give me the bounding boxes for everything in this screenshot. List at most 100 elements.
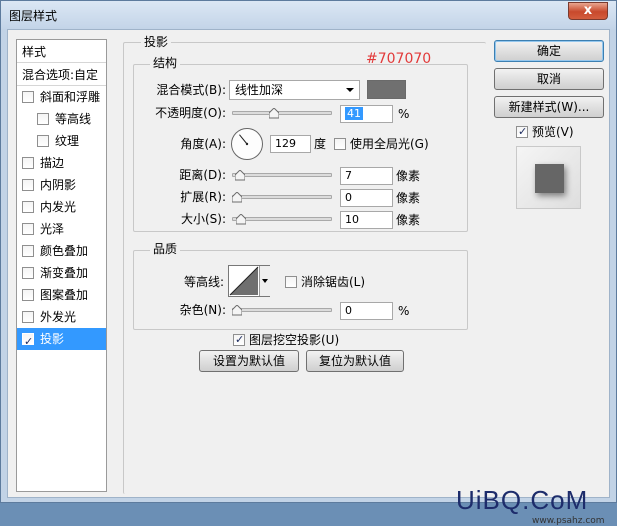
- angle-dial-icon: [231, 128, 263, 160]
- contour-label: 等高线:: [183, 275, 224, 289]
- make-default-button[interactable]: 设置为默认值: [199, 350, 299, 372]
- angle-label: 角度(A):: [180, 137, 226, 151]
- slider-thumb[interactable]: [235, 214, 246, 225]
- checkbox-icon[interactable]: [22, 222, 34, 235]
- angle-input[interactable]: 129: [270, 135, 311, 153]
- slider-track[interactable]: [232, 308, 332, 312]
- slider-track[interactable]: [232, 173, 332, 177]
- slider-track[interactable]: [232, 111, 332, 115]
- checkbox-icon: [285, 275, 297, 288]
- checkbox-icon[interactable]: [22, 244, 34, 257]
- style-item-label: 描边: [40, 156, 65, 170]
- checkbox-icon[interactable]: [22, 200, 34, 213]
- blend-mode-label: 混合模式(B):: [156, 83, 226, 97]
- noise-unit: %: [398, 304, 410, 318]
- style-item[interactable]: 纹理: [17, 130, 106, 152]
- preview-label: 预览(V): [532, 125, 574, 139]
- watermark-brand: UiBQ.CoM: [456, 485, 589, 515]
- shadow-color-swatch[interactable]: [367, 80, 406, 99]
- chevron-down-icon: [346, 88, 354, 92]
- opacity-unit: %: [398, 107, 410, 121]
- reset-default-button[interactable]: 复位为默认值: [306, 350, 404, 372]
- slider-track[interactable]: [232, 217, 332, 221]
- knockout-checkbox[interactable]: 图层挖空投影(U): [233, 332, 339, 348]
- global-light-checkbox[interactable]: 使用全局光(G): [334, 136, 429, 152]
- quality-title: 品质: [150, 242, 181, 256]
- spread-input[interactable]: 0: [340, 189, 393, 207]
- close-button[interactable]: x: [568, 2, 608, 20]
- ok-button[interactable]: 确定: [494, 40, 604, 62]
- opacity-slider[interactable]: [232, 107, 332, 119]
- checkbox-icon[interactable]: [22, 288, 34, 301]
- size-label: 大小(S):: [180, 212, 226, 226]
- drop-shadow-title: 投影: [141, 35, 172, 49]
- checkbox-icon[interactable]: [22, 266, 34, 279]
- checkbox-icon[interactable]: [22, 156, 34, 169]
- style-item[interactable]: 内阴影: [17, 174, 106, 196]
- layer-style-dialog: 图层样式 x 样式 混合选项:自定斜面和浮雕等高线纹理描边内阴影 内发光光泽颜色叠…: [0, 0, 617, 526]
- checkbox-icon[interactable]: [22, 331, 34, 353]
- style-item[interactable]: 渐变叠加: [17, 262, 106, 284]
- color-annotation: #707070: [366, 51, 432, 67]
- blend-mode-select[interactable]: 线性加深: [229, 80, 360, 100]
- style-item-label: 渐变叠加: [40, 266, 89, 280]
- structure-title: 结构: [150, 56, 181, 70]
- size-input[interactable]: 10: [340, 211, 393, 229]
- distance-slider[interactable]: [232, 169, 332, 181]
- opacity-value: 41: [345, 107, 363, 120]
- style-item[interactable]: 内发光: [17, 196, 106, 218]
- angle-dial[interactable]: [230, 127, 264, 161]
- style-item[interactable]: 外发光: [17, 306, 106, 328]
- noise-slider[interactable]: [232, 304, 332, 316]
- cancel-button[interactable]: 取消: [494, 68, 604, 90]
- style-item[interactable]: 等高线: [17, 108, 106, 130]
- anti-alias-checkbox[interactable]: 消除锯齿(L): [285, 274, 365, 290]
- opacity-label: 不透明度(O):: [155, 106, 226, 120]
- quality-group: [133, 250, 468, 330]
- checkbox-icon[interactable]: [22, 90, 34, 103]
- style-item-label: 混合选项:自定: [22, 68, 99, 82]
- style-item[interactable]: 投影: [17, 328, 106, 353]
- checkbox-icon[interactable]: [22, 310, 34, 323]
- style-item-label: 斜面和浮雕: [40, 90, 101, 104]
- chevron-down-icon: [262, 279, 268, 283]
- slider-thumb[interactable]: [268, 108, 279, 119]
- slider-thumb[interactable]: [234, 170, 245, 181]
- preview-checkbox[interactable]: 预览(V): [516, 124, 574, 140]
- style-item-label: 纹理: [55, 134, 80, 148]
- style-item[interactable]: 图案叠加: [17, 284, 106, 306]
- checkbox-icon: [233, 332, 245, 348]
- title-bar[interactable]: 图层样式 x: [1, 1, 616, 29]
- contour-dropdown-button[interactable]: [259, 266, 270, 296]
- distance-unit: 像素: [396, 169, 421, 183]
- slider-thumb[interactable]: [232, 305, 242, 316]
- spread-slider[interactable]: [232, 191, 332, 203]
- checkbox-icon: [334, 137, 346, 150]
- style-item[interactable]: 混合选项:自定: [17, 64, 106, 86]
- distance-input[interactable]: 7: [340, 167, 393, 185]
- style-item-label: 等高线: [55, 112, 92, 126]
- angle-unit: 度: [314, 137, 327, 151]
- style-item[interactable]: 颜色叠加: [17, 240, 106, 262]
- contour-picker[interactable]: [228, 265, 270, 297]
- style-item-label: 投影: [40, 332, 65, 346]
- checkbox-icon[interactable]: [37, 112, 49, 125]
- opacity-input[interactable]: 41: [340, 105, 393, 123]
- blend-mode-value: 线性加深: [235, 83, 284, 97]
- checkbox-icon[interactable]: [22, 178, 34, 191]
- spread-label: 扩展(R):: [180, 190, 226, 204]
- new-style-button[interactable]: 新建样式(W)...: [494, 96, 604, 118]
- style-item[interactable]: 斜面和浮雕: [17, 86, 106, 108]
- noise-label: 杂色(N):: [179, 303, 226, 317]
- noise-input[interactable]: 0: [340, 302, 393, 320]
- window-title: 图层样式: [9, 9, 58, 23]
- style-item-label: 光泽: [40, 222, 65, 236]
- slider-track[interactable]: [232, 195, 332, 199]
- slider-thumb[interactable]: [232, 192, 242, 203]
- anti-alias-label: 消除锯齿(L): [301, 275, 366, 289]
- style-item[interactable]: 光泽: [17, 218, 106, 240]
- style-item[interactable]: 描边: [17, 152, 106, 174]
- checkbox-icon[interactable]: [37, 134, 49, 147]
- size-slider[interactable]: [232, 213, 332, 225]
- styles-list-header[interactable]: 样式: [17, 41, 106, 63]
